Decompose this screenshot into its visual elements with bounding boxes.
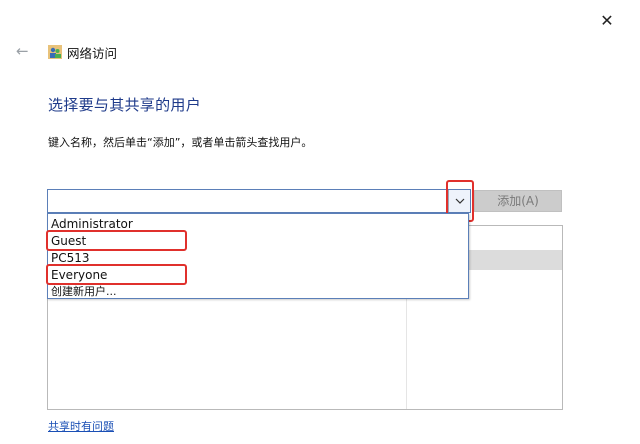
help-link[interactable]: 共享时有问题 [48,418,114,434]
add-button[interactable]: 添加(A) [474,190,562,212]
user-name-input[interactable] [48,190,450,214]
instruction-text: 键入名称，然后单击“添加”，或者单击箭头查找用户。 [48,136,313,149]
close-icon[interactable]: ✕ [596,10,618,32]
option-create-new-user[interactable]: 创建新用户... [51,284,117,300]
guest-highlight [46,230,187,251]
user-name-combobox[interactable] [47,189,471,214]
everyone-highlight [46,264,187,285]
page-heading: 选择要与其共享的用户 [48,96,202,114]
user-dropdown-list[interactable]: Administrator Guest PC513 Everyone 创建新用户… [47,213,469,299]
window-title: 网络访问 [67,46,118,61]
back-arrow-icon[interactable]: ← [16,42,34,60]
table-row-selected[interactable] [468,250,562,270]
network-users-icon [48,44,62,59]
